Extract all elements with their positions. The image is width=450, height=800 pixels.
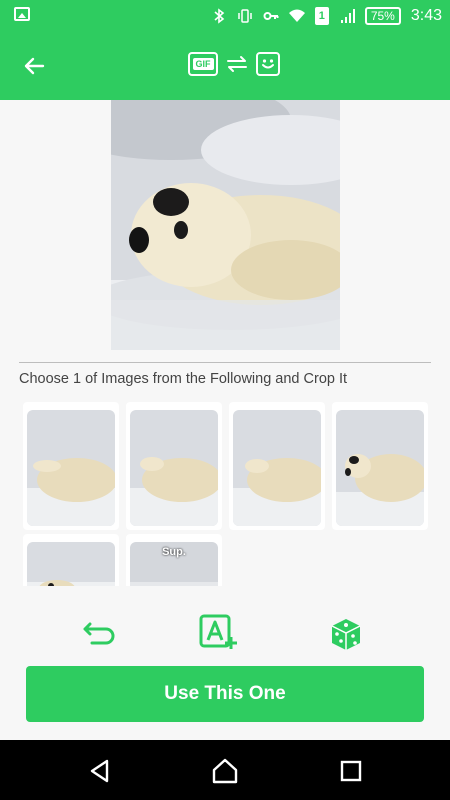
signal-icon — [340, 9, 355, 23]
gif-mode-icon[interactable]: GIF — [188, 52, 218, 76]
key-icon — [263, 12, 279, 20]
mode-switch[interactable]: GIF — [188, 52, 280, 76]
vibrate-icon — [238, 9, 252, 23]
nav-back-icon — [90, 759, 109, 783]
add-text-icon — [199, 614, 237, 649]
arrow-left-icon — [24, 57, 45, 75]
nav-recents-button[interactable] — [336, 756, 366, 786]
frame-thumbnail[interactable]: Sup. — [126, 534, 222, 586]
sim-slot-indicator: 1 — [314, 7, 329, 25]
image-icon — [14, 7, 30, 21]
random-frame-button[interactable] — [326, 614, 366, 654]
seal-frame-image — [336, 410, 424, 526]
instruction-text: Choose 1 of Images from the Following an… — [19, 371, 348, 387]
frame-thumbnail[interactable] — [332, 402, 428, 530]
bluetooth-icon — [214, 8, 225, 24]
undo-icon — [83, 622, 115, 645]
app-bar: GIF — [0, 31, 450, 100]
gif-preview — [111, 100, 340, 350]
seal-preview-image — [111, 100, 340, 350]
battery-indicator: 75% — [364, 7, 401, 25]
undo-button[interactable] — [79, 614, 119, 654]
frame-grid: Sup. — [19, 398, 431, 586]
wifi-icon — [288, 9, 305, 22]
frame-thumbnail[interactable] — [229, 402, 325, 530]
clock: 3:43 — [410, 7, 442, 24]
nav-home-icon — [212, 758, 238, 784]
add-text-button[interactable] — [198, 612, 238, 652]
seal-frame-image — [130, 410, 218, 526]
nav-recents-icon — [340, 760, 362, 782]
seal-frame-image — [27, 542, 115, 586]
swap-arrows-icon[interactable] — [226, 54, 248, 74]
frame-thumbnail[interactable] — [23, 402, 119, 530]
divider — [19, 362, 431, 363]
seal-frame-image — [27, 410, 115, 526]
frame-thumbnail[interactable] — [126, 402, 222, 530]
nav-home-button[interactable] — [210, 756, 240, 786]
seal-frame-image — [233, 410, 321, 526]
sticker-smile-icon[interactable] — [256, 52, 280, 76]
back-button[interactable] — [18, 51, 50, 81]
nav-back-button[interactable] — [85, 756, 115, 786]
status-bar: 1 75% 3:43 — [0, 0, 450, 31]
frame-caption: Sup. — [162, 546, 186, 558]
use-this-one-button[interactable]: Use This One — [26, 666, 424, 722]
navigation-bar — [0, 740, 450, 800]
frame-thumbnail[interactable] — [23, 534, 119, 586]
dice-icon — [331, 619, 361, 650]
gif-label: GIF — [192, 58, 214, 70]
